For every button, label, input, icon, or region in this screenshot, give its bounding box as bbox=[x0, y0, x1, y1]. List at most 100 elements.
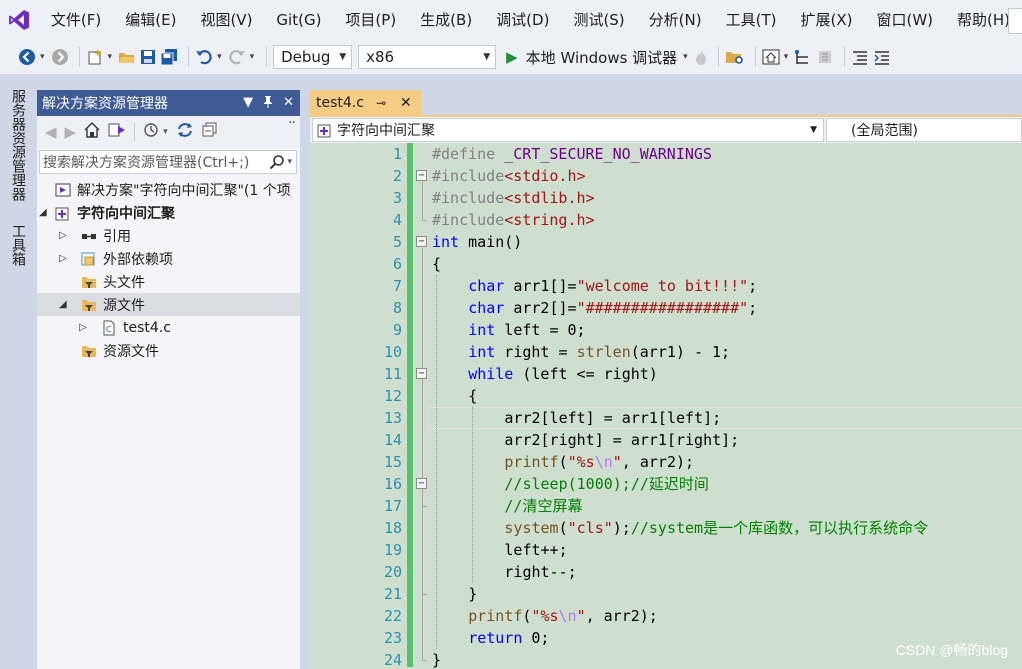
tab-test4-c[interactable]: test4.c ⊸ ✕ bbox=[310, 90, 421, 115]
collapse-arrow-icon[interactable]: ◢ bbox=[59, 299, 67, 310]
server-explorer-tab[interactable]: 服务器资源管理器 bbox=[8, 89, 28, 201]
switch-views-icon[interactable] bbox=[108, 122, 126, 142]
menu-search-box[interactable] bbox=[1008, 8, 1022, 34]
uncomment-lines-icon[interactable] bbox=[873, 45, 891, 69]
code-line[interactable]: //sleep(1000);//延迟时间 bbox=[504, 473, 709, 495]
filter-dropdown-icon[interactable]: ▾ bbox=[163, 127, 168, 137]
collapse-region-icon[interactable]: − bbox=[416, 170, 427, 181]
code-line[interactable]: return 0; bbox=[468, 627, 549, 649]
back-dropdown-icon[interactable]: ▾ bbox=[40, 52, 45, 62]
menu-item[interactable]: 窗口(W) bbox=[864, 0, 945, 40]
collapse-all-icon[interactable] bbox=[202, 122, 218, 142]
home-icon[interactable] bbox=[84, 122, 100, 142]
menu-item[interactable]: 测试(S) bbox=[561, 0, 636, 40]
collapse-region-icon[interactable]: − bbox=[416, 478, 427, 489]
code-line[interactable]: while (left <= right) bbox=[468, 363, 658, 385]
undo-dropdown-icon[interactable]: ▾ bbox=[217, 52, 222, 62]
menu-item[interactable]: Git(G) bbox=[264, 0, 333, 40]
menu-item[interactable]: 文件(F) bbox=[39, 0, 113, 40]
close-tab-icon[interactable]: ✕ bbox=[400, 95, 412, 111]
window-position-dropdown-icon[interactable]: ▼ bbox=[243, 95, 253, 112]
expand-arrow-icon[interactable]: ▷ bbox=[79, 322, 87, 333]
tree-item[interactable]: ◢ 源文件 bbox=[37, 293, 300, 316]
code-line[interactable]: char arr2[]="#################"; bbox=[468, 297, 757, 319]
redo-dropdown-icon[interactable]: ▾ bbox=[250, 52, 255, 62]
code-line[interactable]: int right = strlen(arr1) - 1; bbox=[468, 341, 730, 363]
pending-changes-filter-icon[interactable] bbox=[143, 122, 161, 142]
code-line[interactable]: char arr1[]="welcome to bit!!!"; bbox=[468, 275, 757, 297]
debug-target-dropdown-icon[interactable]: ▾ bbox=[683, 52, 688, 62]
code-line[interactable]: printf("%s\n", arr2); bbox=[504, 451, 694, 473]
code-line[interactable]: //清空屏幕 bbox=[504, 495, 582, 517]
code-line[interactable]: left++; bbox=[504, 539, 567, 561]
code-line[interactable]: #define _CRT_SECURE_NO_WARNINGS bbox=[432, 143, 712, 165]
pin-icon[interactable] bbox=[263, 95, 273, 112]
hot-reload-icon[interactable] bbox=[694, 45, 708, 69]
tree-item[interactable]: ◢ 字符向中间汇聚 bbox=[37, 201, 300, 224]
member-scope-select[interactable]: (全局范围) bbox=[826, 118, 1022, 142]
code-line[interactable]: } bbox=[432, 649, 441, 669]
solution-search-box[interactable]: 搜索解决方案资源管理器(Ctrl+;) ▾ bbox=[39, 150, 297, 174]
toolbox-tab[interactable]: 工具箱 bbox=[8, 224, 28, 266]
back-icon[interactable] bbox=[18, 45, 36, 69]
sync-refresh-icon[interactable] bbox=[176, 122, 194, 142]
menu-item[interactable]: 视图(V) bbox=[188, 0, 264, 40]
save-icon[interactable] bbox=[140, 45, 156, 69]
project-scope-select[interactable]: 字符向中间汇聚 ▼ bbox=[312, 118, 824, 142]
code-line[interactable]: arr2[right] = arr1[right]; bbox=[504, 429, 739, 451]
code-line[interactable]: printf("%s\n", arr2); bbox=[468, 605, 658, 627]
tree-item[interactable]: 头文件 bbox=[37, 270, 300, 293]
menu-item[interactable]: 扩展(X) bbox=[788, 0, 864, 40]
expand-arrow-icon[interactable]: ▷ bbox=[59, 253, 67, 264]
code-line[interactable]: { bbox=[432, 253, 441, 275]
close-icon[interactable]: ✕ bbox=[283, 95, 294, 112]
tree-item[interactable]: ▷ 引用 bbox=[37, 224, 300, 247]
code-line[interactable]: arr2[left] = arr1[left]; bbox=[504, 407, 721, 429]
solution-configuration-select[interactable]: Debug ▼ bbox=[273, 45, 353, 69]
menu-item[interactable]: 生成(B) bbox=[408, 0, 484, 40]
tree-item[interactable]: 解决方案"字符向中间汇聚"(1 个项 bbox=[37, 178, 300, 201]
code-line[interactable]: right--; bbox=[504, 561, 576, 583]
comment-lines-icon[interactable] bbox=[851, 45, 869, 69]
start-debugging-button[interactable]: ▶ 本地 Windows 调试器 ▾ bbox=[506, 47, 694, 68]
menu-item[interactable]: 分析(N) bbox=[637, 0, 714, 40]
solution-platform-select[interactable]: x86 ▼ bbox=[358, 45, 497, 69]
collapse-arrow-icon[interactable]: ◢ bbox=[39, 207, 47, 218]
menu-item[interactable]: 工具(T) bbox=[714, 0, 789, 40]
step-out-icon[interactable] bbox=[816, 45, 834, 69]
open-folder-icon[interactable] bbox=[118, 45, 136, 69]
code-line[interactable]: int main() bbox=[432, 231, 522, 253]
expand-arrow-icon[interactable]: ▷ bbox=[59, 230, 67, 241]
save-all-icon[interactable] bbox=[160, 45, 178, 69]
new-project-icon[interactable] bbox=[86, 45, 104, 69]
forward-icon[interactable] bbox=[51, 45, 69, 69]
collapse-region-icon[interactable]: − bbox=[416, 368, 427, 379]
menu-item[interactable]: 编辑(E) bbox=[113, 0, 188, 40]
code-line[interactable]: { bbox=[468, 385, 477, 407]
undo-icon[interactable] bbox=[195, 45, 213, 69]
menu-item[interactable]: 项目(P) bbox=[333, 0, 408, 40]
more-options-icon[interactable]: ⠉ bbox=[288, 120, 296, 133]
indicator-margin[interactable] bbox=[310, 143, 332, 669]
redo-icon[interactable] bbox=[228, 45, 246, 69]
code-line[interactable]: #include<stdlib.h> bbox=[432, 187, 595, 209]
tree-item[interactable]: ▷ Ctest4.c bbox=[37, 316, 300, 339]
search-icon[interactable]: ▾ bbox=[269, 154, 292, 170]
find-in-files-folder-icon[interactable] bbox=[725, 45, 745, 69]
code-line[interactable]: int left = 0; bbox=[468, 319, 585, 341]
code-line[interactable]: #include<string.h> bbox=[432, 209, 595, 231]
code-text-area[interactable]: #define _CRT_SECURE_NO_WARNINGS #include<… bbox=[428, 143, 1022, 669]
tree-item[interactable]: ▷ 外部依赖项 bbox=[37, 247, 300, 270]
step-over-icon[interactable] bbox=[794, 45, 812, 69]
back-icon[interactable]: ◀ bbox=[45, 123, 57, 141]
code-line[interactable]: } bbox=[468, 583, 477, 605]
code-line[interactable]: system("cls");//system是一个库函数，可以执行系统命令 bbox=[504, 517, 928, 539]
menu-item[interactable]: 调试(D) bbox=[484, 0, 561, 40]
code-editor[interactable]: 1 2 3 4 5 6 7 8 9 10 11 12 13 14 15 16 17 18 19 20 21 22 23 24 … bbox=[310, 143, 1022, 669]
forward-icon[interactable]: ▶ bbox=[65, 123, 77, 141]
tree-item[interactable]: 资源文件 bbox=[37, 339, 300, 362]
new-item-dropdown-icon[interactable]: ▾ bbox=[108, 52, 113, 62]
pin-tab-icon[interactable]: ⊸ bbox=[376, 96, 386, 110]
browse-dropdown-icon[interactable]: ▾ bbox=[784, 52, 789, 62]
visual-studio-logo-icon[interactable] bbox=[0, 0, 39, 40]
